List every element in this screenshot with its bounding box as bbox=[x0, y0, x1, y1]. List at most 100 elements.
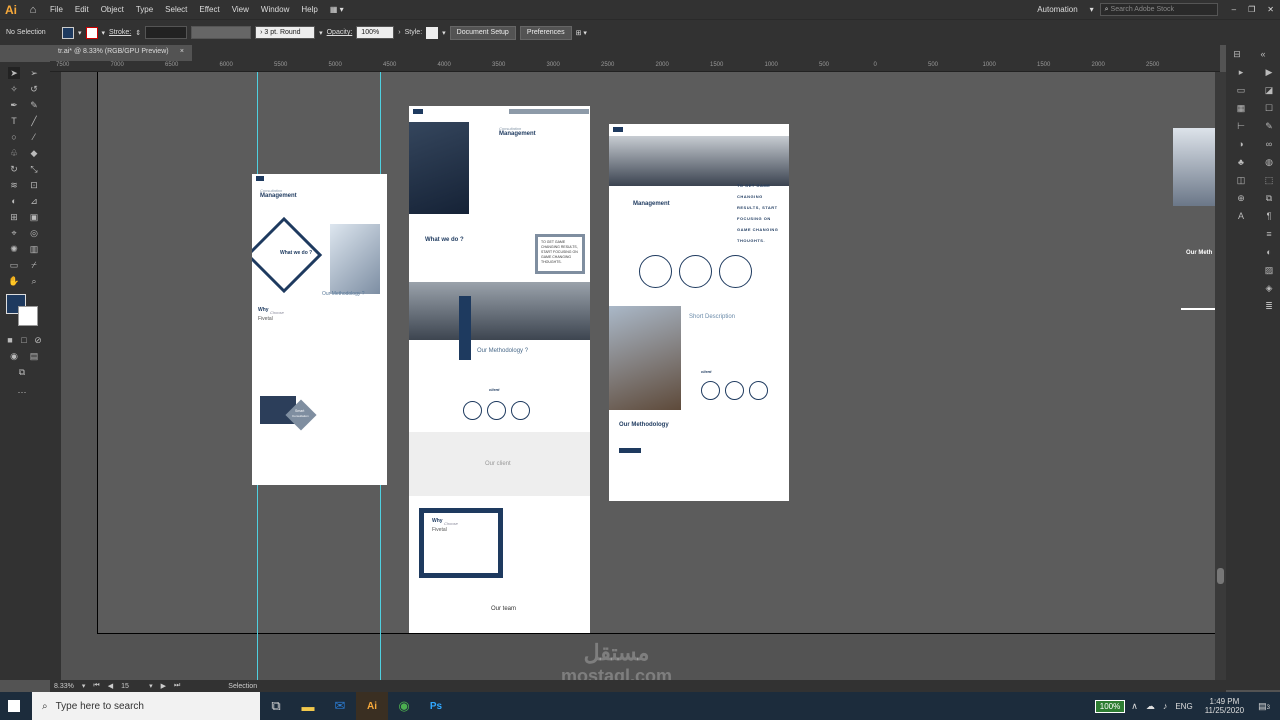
none-mode-icon[interactable]: ⊘ bbox=[32, 334, 44, 346]
brushes-icon[interactable]: ✎ bbox=[1262, 121, 1276, 133]
lasso-icon[interactable]: ↺ bbox=[28, 83, 40, 95]
windows-start-icon[interactable] bbox=[8, 700, 20, 712]
preferences-button[interactable]: Preferences bbox=[519, 25, 572, 40]
symbol-sprayer-icon[interactable]: ✺ bbox=[8, 243, 20, 255]
symbols-icon[interactable]: ♣ bbox=[1234, 157, 1248, 169]
vertical-scrollbar[interactable] bbox=[1215, 72, 1226, 680]
ellipse-tool-icon[interactable]: ○ bbox=[8, 131, 20, 143]
home-icon[interactable]: ⌂ bbox=[22, 4, 44, 16]
menu-file[interactable]: File bbox=[44, 0, 69, 19]
rotate-tool-icon[interactable]: ↻ bbox=[8, 163, 20, 175]
cloud-icon[interactable]: ☁ bbox=[1146, 701, 1155, 712]
menu-type[interactable]: Type bbox=[130, 0, 159, 19]
selection-tool-icon[interactable]: ➤ bbox=[8, 67, 20, 79]
artboard-2[interactable]: Consultation Management What we do ? TO … bbox=[409, 106, 590, 633]
artboard-1[interactable]: Consultation Management What we do ? Our… bbox=[252, 174, 387, 485]
task-view-icon[interactable]: ⧉ bbox=[260, 692, 292, 720]
magic-wand-icon[interactable]: ✧ bbox=[8, 83, 20, 95]
prev-artboard-icon[interactable]: ◀ bbox=[108, 682, 113, 690]
blend-tool-icon[interactable]: ◎ bbox=[28, 227, 40, 239]
opacity-label[interactable]: Opacity: bbox=[327, 29, 353, 36]
layers-icon[interactable]: ▸ bbox=[1234, 67, 1248, 79]
draw-mode-icon[interactable]: ◉ bbox=[8, 350, 20, 362]
style-swatch[interactable] bbox=[426, 26, 439, 39]
info-icon[interactable]: ≣ bbox=[1262, 301, 1276, 313]
opacity-chevron-icon[interactable]: › bbox=[398, 29, 400, 36]
next-artboard-icon[interactable]: ▶ bbox=[161, 682, 166, 690]
document-tab[interactable]: tr.ai* @ 8.33% (RGB/GPU Preview) × bbox=[50, 45, 192, 61]
menu-object[interactable]: Object bbox=[95, 0, 130, 19]
curvature-tool-icon[interactable]: ✎ bbox=[28, 99, 40, 111]
line-tool-icon[interactable]: ╱ bbox=[28, 115, 40, 127]
scale-tool-icon[interactable]: ⤡ bbox=[28, 163, 40, 175]
more-tools-icon[interactable]: ⋯ bbox=[16, 386, 28, 398]
play-icon[interactable]: ▶ bbox=[1262, 67, 1276, 79]
navigator-icon[interactable]: ◈ bbox=[1262, 283, 1276, 295]
fill-chevron-icon[interactable]: ▾ bbox=[78, 29, 82, 37]
zoom-tool-icon[interactable]: ⌕ bbox=[28, 275, 40, 287]
collapse-arrow-icon[interactable]: « bbox=[1256, 49, 1270, 61]
perspective-grid-icon[interactable]: ⊿ bbox=[28, 195, 40, 207]
pathfinder-icon[interactable]: ⧉ bbox=[1262, 193, 1276, 205]
restore-button[interactable]: ❐ bbox=[1242, 0, 1261, 19]
variable-width-profile[interactable] bbox=[191, 26, 252, 39]
artboard-number[interactable]: 15 bbox=[121, 683, 141, 690]
eraser-icon[interactable]: ◆ bbox=[28, 147, 40, 159]
free-transform-icon[interactable]: ⊡ bbox=[28, 179, 40, 191]
menu-view[interactable]: View bbox=[226, 0, 255, 19]
shaper-tool-icon[interactable]: ♧ bbox=[8, 147, 20, 159]
workspace-switcher[interactable]: Automation bbox=[1031, 0, 1083, 19]
graphic-styles-icon[interactable]: ⬚ bbox=[1262, 175, 1276, 187]
menu-window[interactable]: Window bbox=[255, 0, 295, 19]
mesh-tool-icon[interactable]: ⊞ bbox=[8, 211, 20, 223]
artboard-tool-icon[interactable]: ▭ bbox=[8, 259, 20, 271]
links-icon[interactable]: ∞ bbox=[1262, 139, 1276, 151]
zoom-level[interactable]: 8.33% bbox=[54, 683, 74, 690]
tray-chevron-icon[interactable]: ∧ bbox=[1131, 701, 1138, 712]
zoom-chevron-icon[interactable]: ▾ bbox=[82, 682, 86, 690]
direct-selection-tool-icon[interactable]: ➢ bbox=[28, 67, 40, 79]
menu-effect[interactable]: Effect bbox=[193, 0, 225, 19]
brush-chevron-icon[interactable]: ▾ bbox=[319, 29, 323, 37]
transform-icon[interactable]: ⊕ bbox=[1234, 193, 1248, 205]
close-window-button[interactable]: ✕ bbox=[1261, 0, 1280, 19]
graph-tool-icon[interactable]: ▥ bbox=[28, 243, 40, 255]
photoshop-icon[interactable]: Ps bbox=[420, 692, 452, 720]
battery-indicator[interactable]: 100% bbox=[1094, 699, 1126, 713]
stroke-swatch[interactable] bbox=[85, 26, 98, 39]
eyedropper-icon[interactable]: ⌖ bbox=[8, 227, 20, 239]
first-artboard-icon[interactable]: ⏮ bbox=[93, 682, 99, 690]
swatches-icon[interactable]: ▦ bbox=[1234, 103, 1248, 115]
last-artboard-icon[interactable]: ⏭ bbox=[174, 682, 180, 690]
style-chevron-icon[interactable]: ▾ bbox=[442, 29, 446, 37]
properties-icon[interactable]: ⊟ bbox=[1230, 49, 1244, 61]
libraries-icon[interactable]: ▭ bbox=[1234, 85, 1248, 97]
menu-edit[interactable]: Edit bbox=[69, 0, 95, 19]
notification-icon[interactable]: ▤3 bbox=[1258, 701, 1270, 712]
canvas[interactable]: Consultation Management What we do ? Our… bbox=[61, 72, 1215, 680]
taskbar-search[interactable]: ⌕ Type here to search bbox=[32, 692, 260, 720]
vertical-ruler[interactable] bbox=[50, 72, 61, 680]
stroke-color-box[interactable] bbox=[18, 306, 38, 326]
file-explorer-icon[interactable]: ▬ bbox=[292, 692, 324, 720]
color-guide-icon[interactable]: ▨ bbox=[1262, 265, 1276, 277]
screen-mode-icon[interactable]: ▤ bbox=[28, 350, 40, 362]
paragraph-icon[interactable]: ¶ bbox=[1262, 211, 1276, 223]
character-icon[interactable]: A bbox=[1234, 211, 1248, 223]
transparency-icon[interactable]: ◍ bbox=[1262, 157, 1276, 169]
hand-tool-icon[interactable]: ✋ bbox=[8, 275, 20, 287]
change-screen-mode-icon[interactable]: ⧉ bbox=[16, 366, 28, 378]
align-icon[interactable]: ⊢ bbox=[1234, 121, 1248, 133]
artboards-icon[interactable]: ◪ bbox=[1262, 85, 1276, 97]
gradient-mode-icon[interactable]: □ bbox=[18, 334, 30, 346]
minimize-button[interactable]: – bbox=[1226, 0, 1242, 19]
color-mode-icon[interactable]: ■ bbox=[4, 334, 16, 346]
opacity-field[interactable]: 100% bbox=[356, 26, 395, 39]
shape-builder-icon[interactable]: ◐ bbox=[8, 195, 20, 207]
stroke-panel-icon[interactable]: ≡ bbox=[1262, 229, 1276, 241]
artboard-3[interactable]: TO GET GAME CHANGING RESULTS, START FOCU… bbox=[609, 124, 789, 501]
warp-tool-icon[interactable]: ≋ bbox=[8, 179, 20, 191]
paintbrush-icon[interactable]: ⁄ bbox=[28, 131, 40, 143]
brush-definition[interactable]: › 3 pt. Round bbox=[255, 26, 316, 39]
slice-tool-icon[interactable]: ⌿ bbox=[28, 259, 40, 271]
